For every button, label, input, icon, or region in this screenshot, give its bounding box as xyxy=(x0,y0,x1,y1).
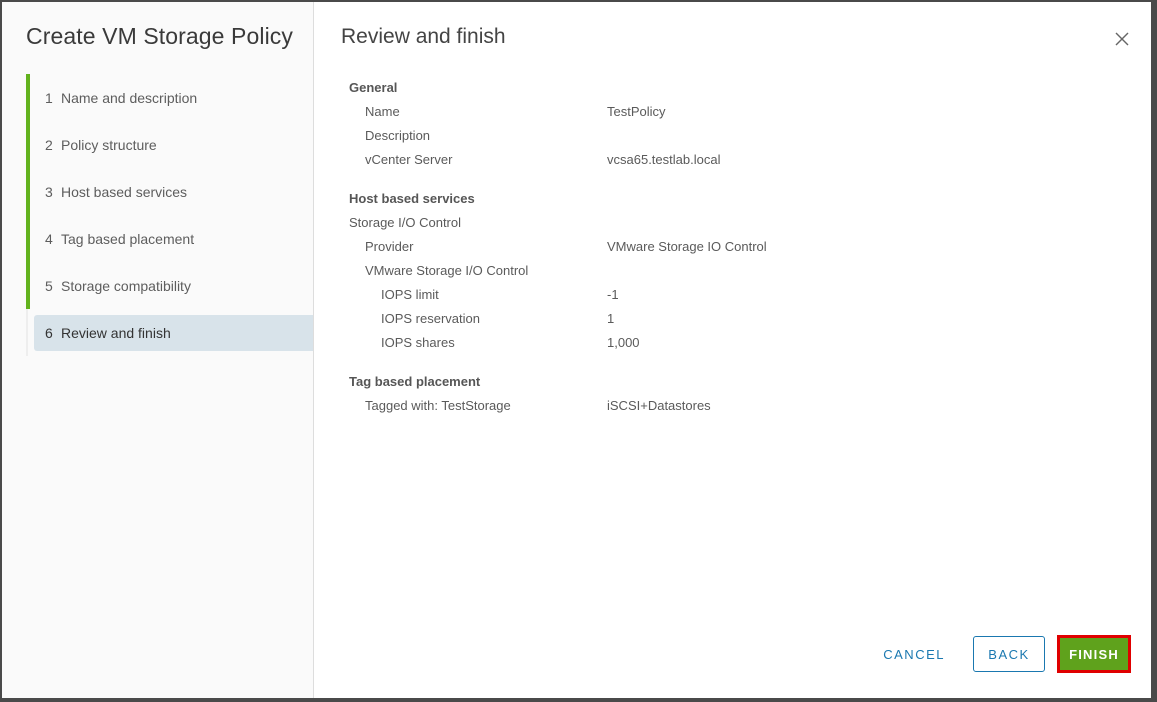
section-heading-tag-placement: Tag based placement xyxy=(349,374,481,389)
step-progress-bar xyxy=(26,215,30,262)
summary-value: VMware Storage IO Control xyxy=(607,239,767,254)
wizard-steps: 1 Name and description 2 Policy structur… xyxy=(26,74,313,356)
wizard-footer: CANCEL BACK FINISH xyxy=(867,635,1131,673)
review-summary: General Name TestPolicy Description vCen… xyxy=(349,76,1109,418)
summary-row: Description xyxy=(349,124,1109,148)
summary-row: Provider VMware Storage IO Control xyxy=(349,235,1109,259)
section-heading-general: General xyxy=(349,80,398,95)
wizard-content: Review and finish General Name TestPolic… xyxy=(314,2,1151,698)
step-label: Host based services xyxy=(61,183,188,200)
wizard-step-tag-based-placement[interactable]: 4 Tag based placement xyxy=(26,215,313,262)
step-label: Storage compatibility xyxy=(61,277,191,294)
step-number: 3 xyxy=(45,183,53,200)
wizard-step-host-based-services[interactable]: 3 Host based services xyxy=(26,168,313,215)
step-progress-bar xyxy=(26,168,30,215)
summary-row: IOPS limit -1 xyxy=(349,283,1109,307)
summary-key: IOPS shares xyxy=(381,335,455,350)
wizard-title: Create VM Storage Policy xyxy=(26,23,294,49)
close-button[interactable] xyxy=(1113,30,1131,48)
step-progress-bar xyxy=(26,262,30,309)
summary-value: TestPolicy xyxy=(607,104,666,119)
step-label: Name and description xyxy=(61,89,198,106)
summary-key: IOPS limit xyxy=(381,287,439,302)
step-label: Review and finish xyxy=(61,324,171,341)
summary-subheading: Storage I/O Control xyxy=(349,211,1109,235)
summary-key: Provider xyxy=(365,239,414,254)
wizard-step-policy-structure[interactable]: 2 Policy structure xyxy=(26,121,313,168)
step-number: 1 xyxy=(45,89,53,106)
step-progress-bar xyxy=(26,121,30,168)
summary-value: vcsa65.testlab.local xyxy=(607,152,721,167)
summary-key: Name xyxy=(365,104,400,119)
back-button[interactable]: BACK xyxy=(973,636,1045,672)
step-progress-bar xyxy=(26,74,30,121)
summary-row: Name TestPolicy xyxy=(349,100,1109,124)
step-number: 6 xyxy=(45,324,53,341)
summary-key: vCenter Server xyxy=(365,152,453,167)
wizard-step-storage-compatibility[interactable]: 5 Storage compatibility xyxy=(26,262,313,309)
step-progress-bar xyxy=(26,309,28,356)
summary-row: vCenter Server vcsa65.testlab.local xyxy=(349,148,1109,172)
summary-key: IOPS reservation xyxy=(381,311,480,326)
wizard-step-name-and-description[interactable]: 1 Name and description xyxy=(26,74,313,121)
step-number: 2 xyxy=(45,136,53,153)
summary-row: IOPS shares 1,000 xyxy=(349,331,1109,355)
finish-button-highlight: FINISH xyxy=(1057,635,1131,673)
wizard-sidebar: Create VM Storage Policy 1 Name and desc… xyxy=(2,2,314,698)
close-icon xyxy=(1115,32,1129,46)
section-heading-host-services: Host based services xyxy=(349,191,475,206)
summary-row: Tagged with: TestStorage iSCSI+Datastore… xyxy=(349,394,1109,418)
summary-key: Description xyxy=(365,128,431,143)
cancel-button[interactable]: CANCEL xyxy=(867,636,961,672)
summary-value: iSCSI+Datastores xyxy=(607,398,711,413)
summary-key: Tagged with: TestStorage xyxy=(365,398,511,413)
summary-value: 1,000 xyxy=(607,335,640,350)
summary-key: Storage I/O Control xyxy=(349,215,461,230)
summary-key: VMware Storage I/O Control xyxy=(365,263,529,278)
summary-value: 1 xyxy=(607,311,615,326)
step-number: 4 xyxy=(45,230,53,247)
summary-group: VMware Storage I/O Control xyxy=(349,259,1109,283)
step-label: Policy structure xyxy=(61,136,157,153)
step-label: Tag based placement xyxy=(61,230,195,247)
summary-row: IOPS reservation 1 xyxy=(349,307,1109,331)
create-storage-policy-dialog: Create VM Storage Policy 1 Name and desc… xyxy=(2,2,1151,698)
step-number: 5 xyxy=(45,277,53,294)
page-title: Review and finish xyxy=(341,25,506,48)
wizard-step-review-and-finish[interactable]: 6 Review and finish xyxy=(26,309,313,356)
summary-value: -1 xyxy=(607,287,619,302)
finish-button[interactable]: FINISH xyxy=(1060,638,1128,670)
